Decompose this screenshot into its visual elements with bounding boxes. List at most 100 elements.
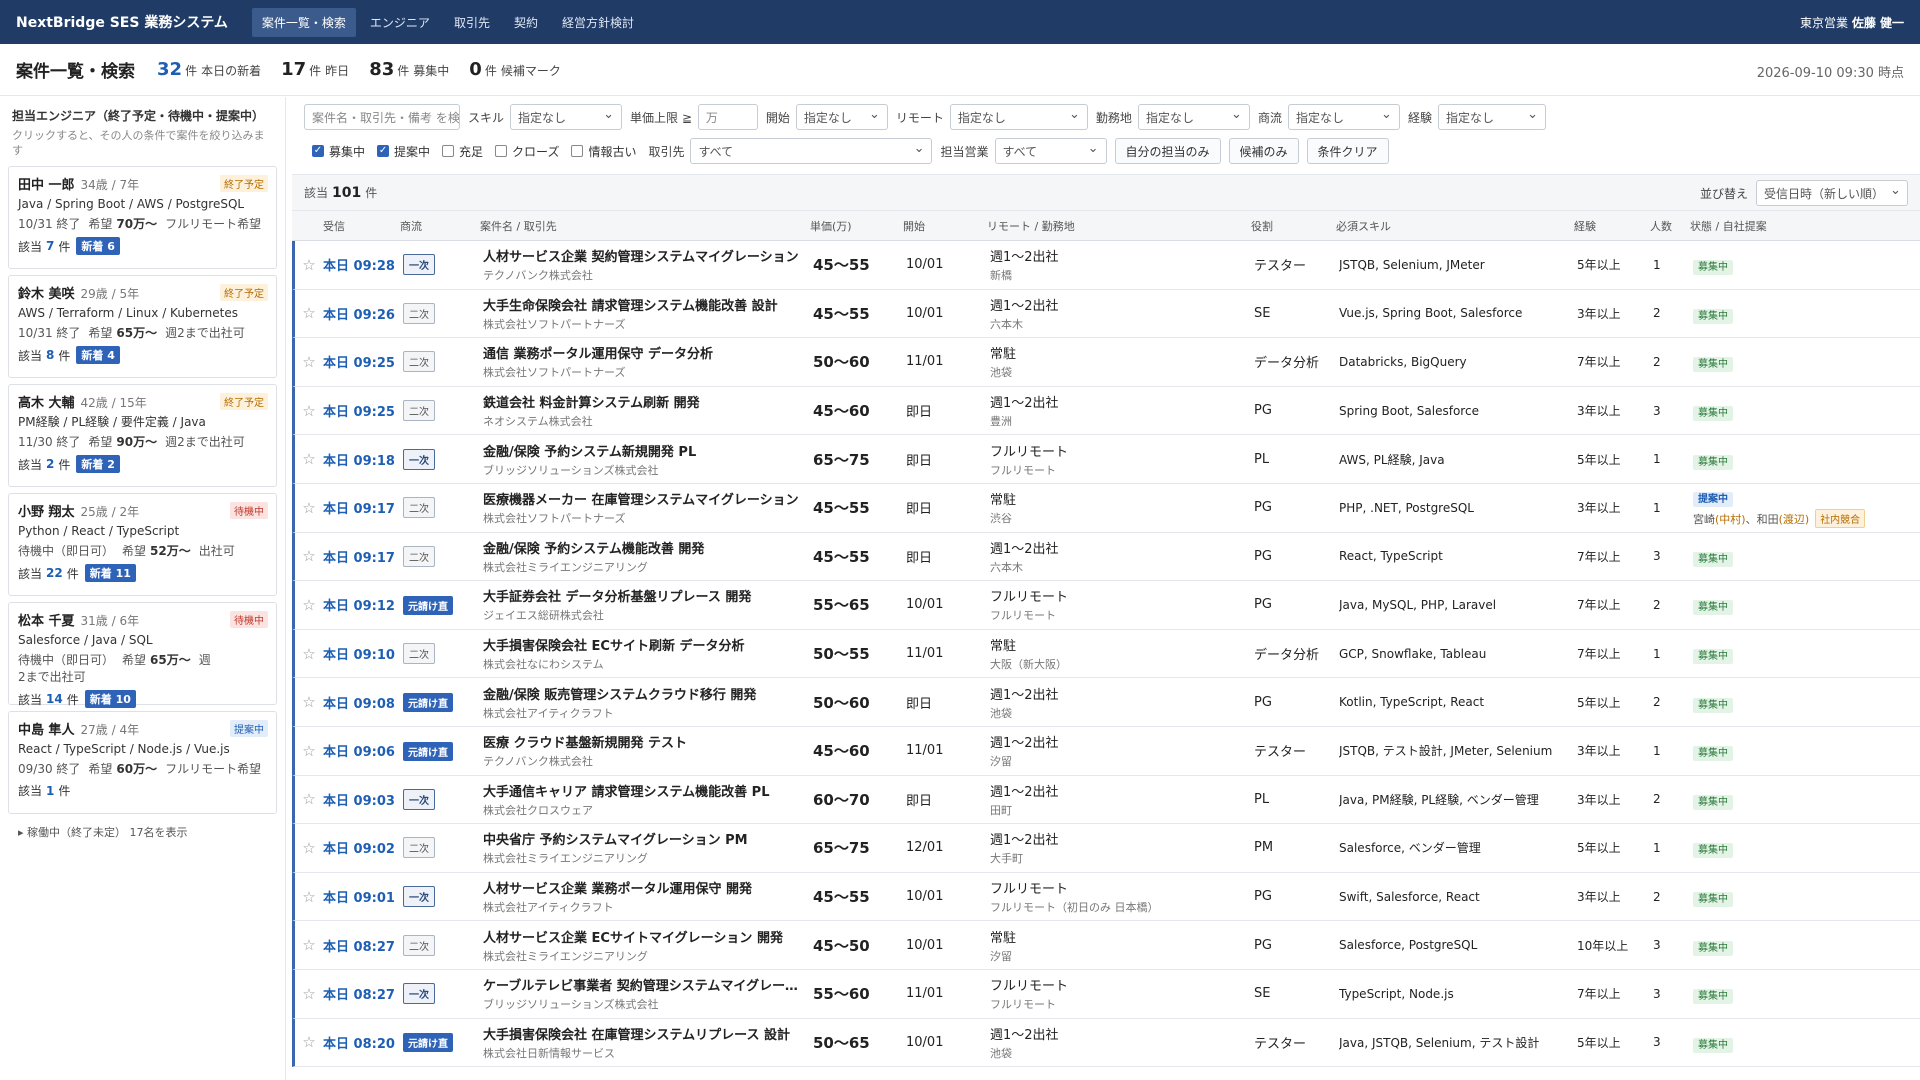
user-info[interactable]: 東京営業 佐藤 健一 <box>1800 14 1904 31</box>
project-title[interactable]: 人材サービス企業 契約管理システムマイグレーション <box>483 246 801 265</box>
sort-select[interactable]: 受信日時（新しい順） <box>1756 180 1908 206</box>
title-cell[interactable]: 金融/保険 販売管理システムクラウド移行 開発 株式会社アイティクラフト <box>483 684 813 721</box>
location-select[interactable]: 指定なし <box>1137 104 1250 130</box>
table-row[interactable]: ☆ 本日 09:10 二次 大手損害保険会社 ECサイト刷新 データ分析 株式会社なにわ… <box>292 629 1920 679</box>
engineer-card[interactable]: 田中 一郎 34歳 / 7年 終了予定 Java / Spring Boot / AW… <box>8 166 277 269</box>
star-icon[interactable]: ☆ <box>295 1033 323 1051</box>
status-checkbox[interactable]: ✓ 提案中 <box>377 143 430 160</box>
title-cell[interactable]: 医療 クラウド基盤新規開発 テスト テクノバンク株式会社 <box>483 732 813 769</box>
table-row[interactable]: ☆ 本日 09:03 一次 大手通信キャリア 請求管理システム機能改善 PL 株式会社ク… <box>292 775 1920 825</box>
star-icon[interactable]: ☆ <box>295 645 323 663</box>
star-icon[interactable]: ☆ <box>295 450 323 468</box>
client-select[interactable]: すべて <box>690 138 933 164</box>
table-row[interactable]: ☆ 本日 09:25 二次 通信 業務ポータル運用保守 データ分析 株式会社ソフトパート… <box>292 338 1920 387</box>
show-active-engineers-toggle[interactable]: ▸ 稼働中（終了未定） 17名を表示 <box>18 824 277 840</box>
title-cell[interactable]: 大手証券会社 データ分析基盤リプレース 開発 ジェイエス総研株式会社 <box>483 586 813 623</box>
star-icon[interactable]: ☆ <box>295 790 323 808</box>
engineer-card[interactable]: 中島 隼人 27歳 / 4年 提案中 React / TypeScript / Nod… <box>8 711 277 814</box>
title-cell[interactable]: 鉄道会社 料金計算システム刷新 開発 ネオシステム株式会社 <box>483 392 813 429</box>
skill-select[interactable]: 指定なし <box>510 104 623 130</box>
column-header[interactable]: 案件名 / 取引先 <box>480 218 810 234</box>
column-header[interactable]: 経験 <box>1574 218 1650 234</box>
star-icon[interactable]: ☆ <box>295 547 323 565</box>
title-cell[interactable]: ケーブルテレビ事業者 契約管理システムマイグレーション ブリッジソリューションズ株… <box>483 975 813 1012</box>
table-row[interactable]: ☆ 本日 09:08 元請け直 金融/保険 販売管理システムクラウド移行 開発 株式会社… <box>292 678 1920 727</box>
project-title[interactable]: 金融/保険 予約システム機能改善 開発 <box>483 538 801 557</box>
table-row[interactable]: ☆ 本日 09:02 二次 中央省庁 予約システムマイグレーション PM 株式会社ミライ… <box>292 824 1920 873</box>
column-header[interactable]: 商流 <box>400 218 480 234</box>
table-row[interactable]: ☆ 本日 09:25 二次 鉄道会社 料金計算システム刷新 開発 ネオシステム株式会社 4… <box>292 386 1920 436</box>
table-row[interactable]: ☆ 本日 08:27 二次 人材サービス企業 ECサイトマイグレーション 開発 株式会社… <box>292 921 1920 970</box>
project-title[interactable]: 医療 クラウド基盤新規開発 テスト <box>483 732 801 751</box>
star-icon[interactable]: ☆ <box>295 256 323 274</box>
column-header[interactable]: 単価(万) <box>810 218 903 234</box>
flow-select[interactable]: 指定なし <box>1287 104 1400 130</box>
column-header[interactable]: 役割 <box>1251 218 1336 234</box>
title-cell[interactable]: 中央省庁 予約システムマイグレーション PM 株式会社ミライエンジニアリング <box>483 829 813 866</box>
title-cell[interactable]: 大手通信キャリア 請求管理システム機能改善 PL 株式会社クロスウェア <box>483 781 813 818</box>
star-icon[interactable]: ☆ <box>295 353 323 371</box>
candidate-only-button[interactable]: 候補のみ <box>1228 138 1299 164</box>
project-title[interactable]: 金融/保険 販売管理システムクラウド移行 開発 <box>483 684 801 703</box>
table-row[interactable]: ☆ 本日 08:27 一次 ケーブルテレビ事業者 契約管理システムマイグレーション ブリ… <box>292 969 1920 1019</box>
engineer-card[interactable]: 小野 翔太 25歳 / 2年 待機中 Python / React / TypeScr… <box>8 493 277 596</box>
clear-filters-button[interactable]: 条件クリア <box>1306 138 1389 164</box>
column-header[interactable]: 状態 / 自社提案 <box>1690 218 1880 234</box>
star-icon[interactable]: ☆ <box>295 304 323 322</box>
project-title[interactable]: 通信 業務ポータル運用保守 データ分析 <box>483 343 801 362</box>
title-cell[interactable]: 金融/保険 予約システム新規開発 PL ブリッジソリューションズ株式会社 <box>483 441 813 478</box>
engineer-card[interactable]: 高木 大輔 42歳 / 15年 終了予定 PM経験 / PL経験 / 要件定義 / J… <box>8 384 277 487</box>
column-header[interactable]: 人数 <box>1650 218 1690 234</box>
star-icon[interactable]: ☆ <box>295 499 323 517</box>
project-title[interactable]: 大手生命保険会社 請求管理システム機能改善 設計 <box>483 295 801 314</box>
checkbox-box[interactable]: ✓ <box>312 145 324 157</box>
column-header[interactable]: 開始 <box>903 218 987 234</box>
table-row[interactable]: ☆ 本日 09:06 元請け直 医療 クラウド基盤新規開発 テスト テクノバンク株式会社… <box>292 726 1920 776</box>
status-checkbox[interactable]: 情報古い <box>571 143 636 160</box>
star-icon[interactable]: ☆ <box>295 839 323 857</box>
title-cell[interactable]: 大手生命保険会社 請求管理システム機能改善 設計 株式会社ソフトパートナーズ <box>483 295 813 332</box>
title-cell[interactable]: 大手損害保険会社 ECサイト刷新 データ分析 株式会社なにわシステム <box>483 635 813 672</box>
nav-item[interactable]: エンジニア <box>360 8 440 37</box>
project-title[interactable]: 大手損害保険会社 在庫管理システムリプレース 設計 <box>483 1024 801 1043</box>
project-title[interactable]: 中央省庁 予約システムマイグレーション PM <box>483 829 801 848</box>
sales-select[interactable]: すべて <box>994 138 1107 164</box>
remote-select[interactable]: 指定なし <box>949 104 1088 130</box>
checkbox-box[interactable] <box>495 145 508 157</box>
nav-item[interactable]: 案件一覧・検索 <box>251 7 356 37</box>
checkbox-box[interactable] <box>571 145 584 157</box>
exp-select[interactable]: 指定なし <box>1437 104 1546 130</box>
nav-item[interactable]: 経営方針検討 <box>552 8 644 37</box>
table-row[interactable]: ☆ 本日 08:20 元請け直 大手損害保険会社 在庫管理システムリプレース 設計 株式… <box>292 1018 1920 1068</box>
column-header[interactable]: リモート / 勤務地 <box>987 218 1251 234</box>
checkbox-box[interactable] <box>442 145 455 157</box>
title-cell[interactable]: 医療機器メーカー 在庫管理システムマイグレーション 株式会社ソフトパートナーズ <box>483 489 813 526</box>
title-cell[interactable]: 通信 業務ポータル運用保守 データ分析 株式会社ソフトパートナーズ <box>483 343 813 380</box>
title-cell[interactable]: 人材サービス企業 契約管理システムマイグレーション テクノバンク株式会社 <box>483 246 813 283</box>
status-checkbox[interactable]: クローズ <box>495 143 559 160</box>
project-title[interactable]: 人材サービス企業 ECサイトマイグレーション 開発 <box>483 927 801 946</box>
engineer-card[interactable]: 松本 千夏 31歳 / 6年 待機中 Salesforce / Java / SQL 待… <box>8 602 277 708</box>
column-header[interactable]: 受信 <box>323 218 400 234</box>
table-row[interactable]: ☆ 本日 09:17 二次 金融/保険 予約システム機能改善 開発 株式会社ミライエンジ… <box>292 532 1920 582</box>
project-title[interactable]: 鉄道会社 料金計算システム刷新 開発 <box>483 392 801 411</box>
table-row[interactable]: ☆ 本日 09:28 一次 人材サービス企業 契約管理システムマイグレーション テクノバ… <box>292 241 1920 290</box>
star-icon[interactable]: ☆ <box>295 888 323 906</box>
project-title[interactable]: ケーブルテレビ事業者 契約管理システムマイグレーション <box>483 975 801 994</box>
mine-only-button[interactable]: 自分の担当のみ <box>1114 138 1221 164</box>
title-cell[interactable]: 人材サービス企業 ECサイトマイグレーション 開発 株式会社ミライエンジニアリング <box>483 927 813 964</box>
project-title[interactable]: 大手損害保険会社 ECサイト刷新 データ分析 <box>483 635 801 654</box>
title-cell[interactable]: 金融/保険 予約システム機能改善 開発 株式会社ミライエンジニアリング <box>483 538 813 575</box>
checkbox-box[interactable]: ✓ <box>377 145 390 157</box>
star-icon[interactable]: ☆ <box>295 693 323 711</box>
table-row[interactable]: ☆ 本日 09:17 二次 医療機器メーカー 在庫管理システムマイグレーション 株式会社… <box>292 483 1920 533</box>
star-icon[interactable]: ☆ <box>295 742 323 760</box>
project-title[interactable]: 大手通信キャリア 請求管理システム機能改善 PL <box>483 781 801 800</box>
table-row[interactable]: ☆ 本日 09:18 一次 金融/保険 予約システム新規開発 PL ブリッジソリューショ… <box>292 435 1920 484</box>
star-icon[interactable]: ☆ <box>295 936 323 954</box>
status-checkbox[interactable]: ✓ 募集中 <box>312 143 365 160</box>
price-input[interactable]: 万 <box>697 104 758 130</box>
project-title[interactable]: 金融/保険 予約システム新規開発 PL <box>483 441 801 460</box>
table-row[interactable]: ☆ 本日 09:01 一次 人材サービス企業 業務ポータル運用保守 開発 株式会社アイテ… <box>292 872 1920 922</box>
table-row[interactable]: ☆ 本日 09:12 元請け直 大手証券会社 データ分析基盤リプレース 開発 ジェイエス… <box>292 581 1920 630</box>
